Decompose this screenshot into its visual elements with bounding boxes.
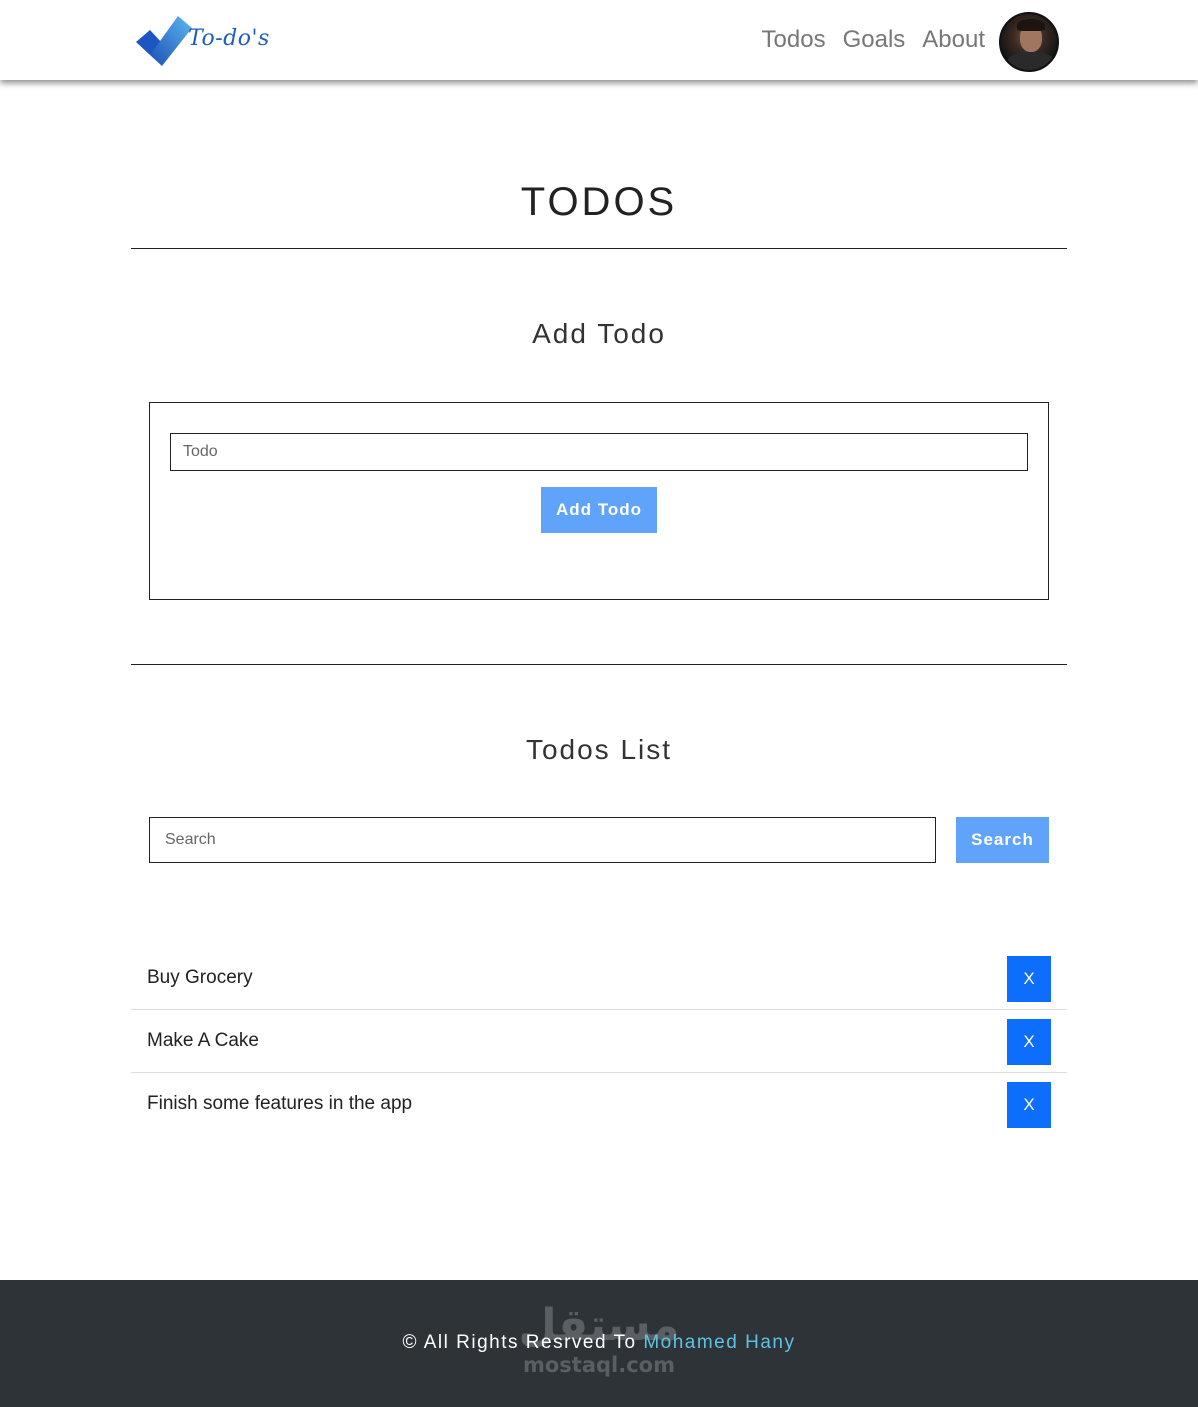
delete-todo-button[interactable]: X [1007, 956, 1051, 1002]
divider [131, 248, 1067, 249]
add-todo-form: Add Todo [149, 402, 1049, 600]
list-item: Buy Grocery X [131, 947, 1067, 1010]
list-item: Make A Cake X [131, 1010, 1067, 1073]
delete-todo-button[interactable]: X [1007, 1019, 1051, 1065]
todo-text: Buy Grocery [147, 967, 253, 988]
nav-link-about[interactable]: About [922, 24, 985, 56]
logo[interactable]: To-do's [134, 12, 274, 68]
add-todo-heading: Add Todo [532, 318, 666, 349]
watermark-url: mostaql.com [523, 1353, 675, 1377]
nav-links: Todos Goals About [762, 24, 985, 56]
avatar[interactable] [999, 12, 1059, 72]
nav-link-todos[interactable]: Todos [762, 24, 826, 56]
avatar-shirt [1007, 52, 1055, 70]
nav-link-goals[interactable]: Goals [843, 24, 906, 56]
checkmark-logo-icon [136, 16, 192, 66]
todos-list-heading: Todos List [525, 734, 673, 765]
logo-text: To-do's [188, 26, 270, 51]
todo-text: Finish some features in the app [147, 1093, 413, 1114]
search-input[interactable] [149, 817, 936, 863]
author-link[interactable]: Mohamed Hany [643, 1332, 795, 1353]
footer: مستقل mostaql.com © All Rights Resrved T… [0, 1280, 1198, 1407]
divider [131, 664, 1067, 665]
todo-list: Buy Grocery X Make A Cake X Finish some … [131, 947, 1067, 1136]
add-todo-button[interactable]: Add Todo [541, 487, 657, 533]
copyright-prefix: © All Rights Resrved To [402, 1332, 644, 1353]
avatar-hair [1017, 19, 1045, 31]
todo-input[interactable] [170, 433, 1028, 471]
page-title: TODOS [520, 180, 678, 224]
todo-text: Make A Cake [147, 1030, 259, 1051]
navbar: To-do's Todos Goals About [0, 0, 1198, 80]
copyright-text: © All Rights Resrved To Mohamed Hany [0, 1332, 1198, 1354]
delete-todo-button[interactable]: X [1007, 1082, 1051, 1128]
list-item: Finish some features in the app X [131, 1073, 1067, 1136]
search-button[interactable]: Search [956, 817, 1049, 863]
